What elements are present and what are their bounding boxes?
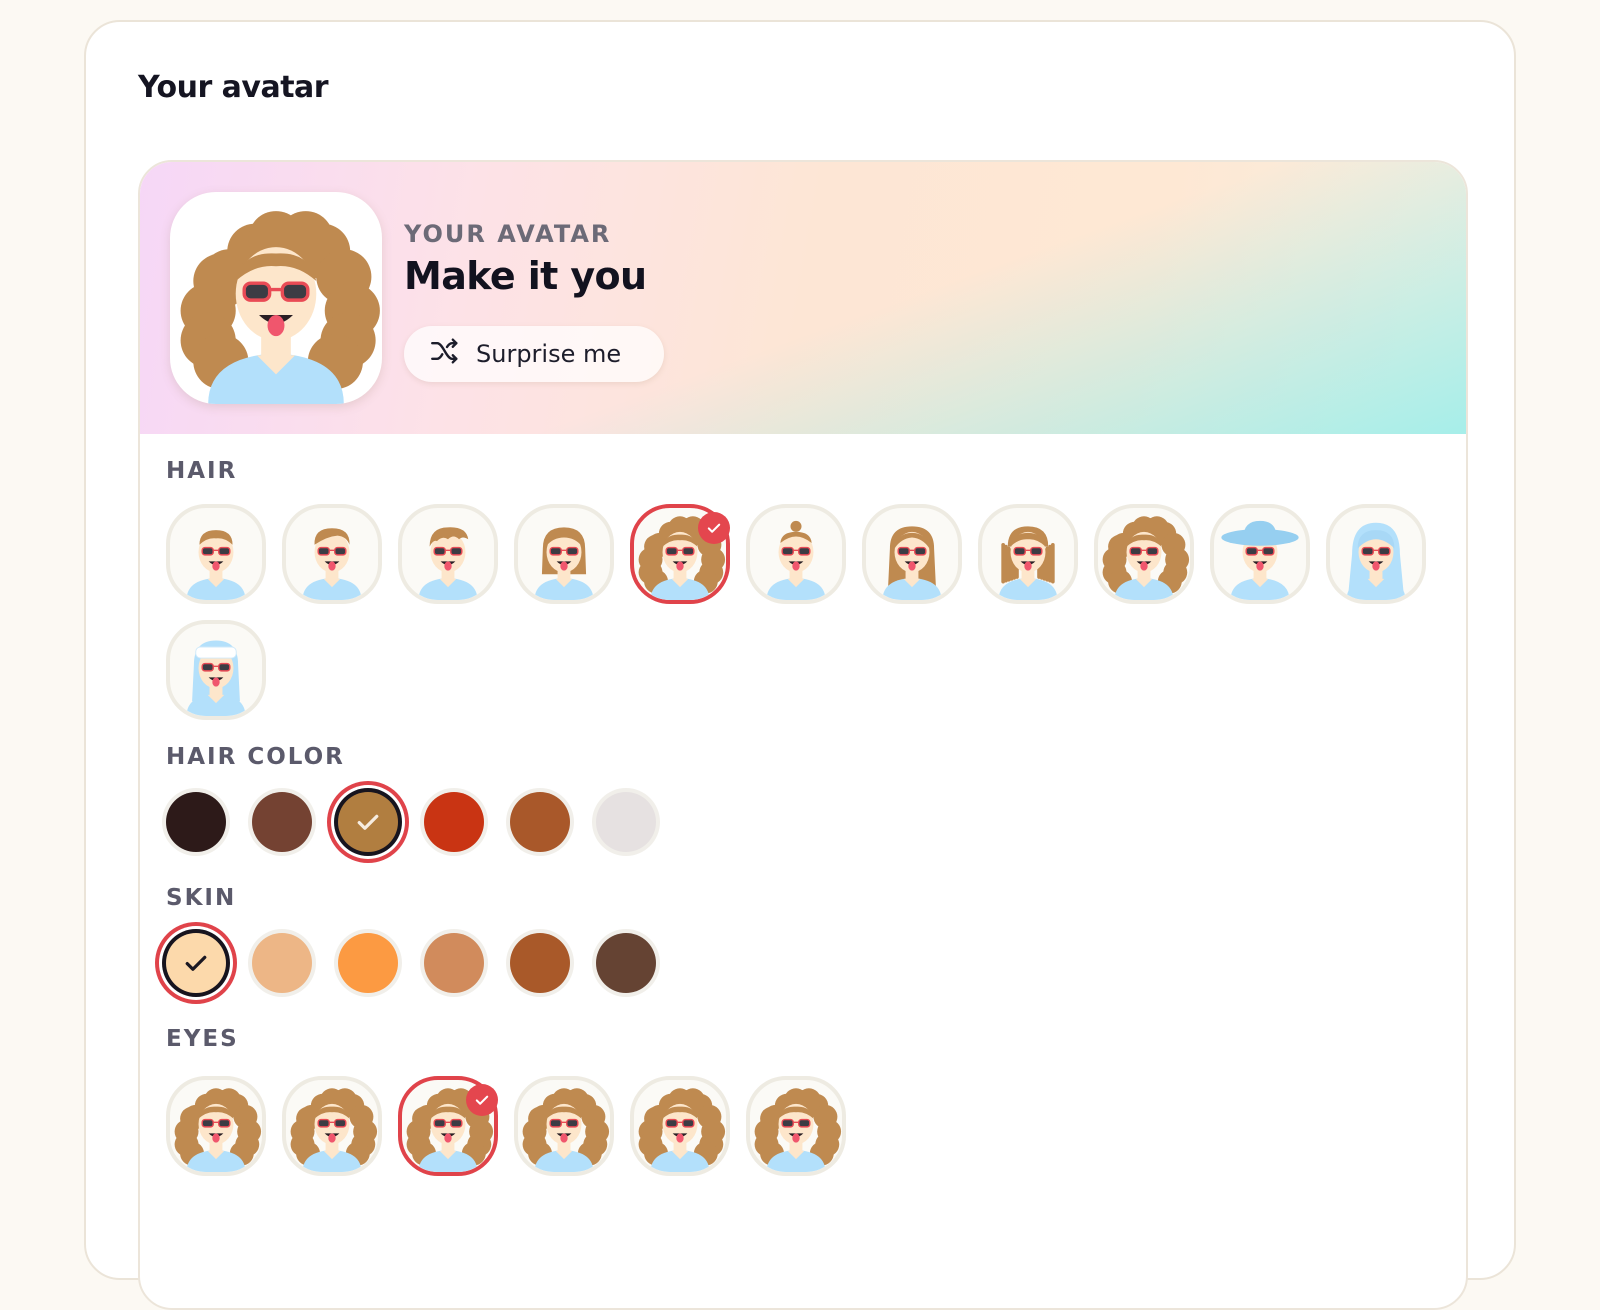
skin-swatch[interactable] — [252, 933, 312, 993]
eyes-option-eyes-4[interactable] — [514, 1076, 614, 1176]
skin-swatch[interactable] — [510, 933, 570, 993]
skin-swatch[interactable] — [596, 933, 656, 993]
hair-option-side-part[interactable] — [282, 504, 382, 604]
skin-section-label: SKIN — [166, 885, 237, 911]
hair-option-dreadlocks[interactable] — [978, 504, 1078, 604]
check-icon — [353, 807, 383, 837]
hair-color-swatch[interactable] — [596, 792, 656, 852]
avatar-preview — [170, 192, 382, 404]
eyes-option-eyes-2[interactable] — [282, 1076, 382, 1176]
hair-option-headscarf[interactable] — [166, 620, 266, 720]
surprise-me-label: Surprise me — [476, 340, 622, 368]
hair-color-options — [166, 792, 656, 852]
hair-color-swatch[interactable] — [252, 792, 312, 852]
shuffle-icon — [428, 334, 462, 374]
avatar-editor: YOUR AVATAR Make it you Surprise me HAIR — [138, 160, 1468, 1310]
hair-option-bob[interactable] — [514, 504, 614, 604]
surprise-me-button[interactable]: Surprise me — [404, 326, 664, 382]
hair-section-label: HAIR — [166, 458, 238, 484]
hair-option-wide-hat[interactable] — [1210, 504, 1310, 604]
eyes-option-eyes-5[interactable] — [630, 1076, 730, 1176]
hair-option-short-crop[interactable] — [166, 504, 266, 604]
avatar-panel: Your avatar YOUR AVATAR Make it you Surp… — [84, 20, 1516, 1310]
eyes-option-eyes-1[interactable] — [166, 1076, 266, 1176]
check-icon — [181, 948, 211, 978]
hair-option-hijab[interactable] — [1326, 504, 1426, 604]
eyes-section-label: EYES — [166, 1026, 239, 1052]
hair-option-long-straight[interactable] — [862, 504, 962, 604]
hair-option-afro-curly[interactable] — [1094, 504, 1194, 604]
panel-title: Your avatar — [138, 70, 329, 105]
skin-options — [166, 933, 656, 993]
skin-swatch[interactable] — [424, 933, 484, 993]
skin-swatch[interactable] — [338, 933, 398, 993]
eyes-options — [166, 1076, 1426, 1176]
hero-kicker: YOUR AVATAR — [404, 220, 612, 248]
check-icon — [698, 512, 730, 544]
avatar-hero: YOUR AVATAR Make it you Surprise me — [140, 162, 1466, 434]
hair-color-section-label: HAIR COLOR — [166, 744, 345, 770]
hair-color-swatch[interactable] — [166, 792, 226, 852]
hero-title: Make it you — [404, 254, 647, 298]
hair-color-swatch[interactable] — [510, 792, 570, 852]
hair-option-curly[interactable] — [630, 504, 730, 604]
hair-options — [166, 504, 1426, 720]
eyes-option-eyes-3[interactable] — [398, 1076, 498, 1176]
hair-color-swatch[interactable] — [338, 792, 398, 852]
skin-swatch[interactable] — [166, 933, 226, 993]
hair-color-swatch[interactable] — [424, 792, 484, 852]
hair-option-messy-fringe[interactable] — [398, 504, 498, 604]
check-icon — [466, 1084, 498, 1116]
eyes-option-eyes-6[interactable] — [746, 1076, 846, 1176]
hair-option-top-bun[interactable] — [746, 504, 846, 604]
